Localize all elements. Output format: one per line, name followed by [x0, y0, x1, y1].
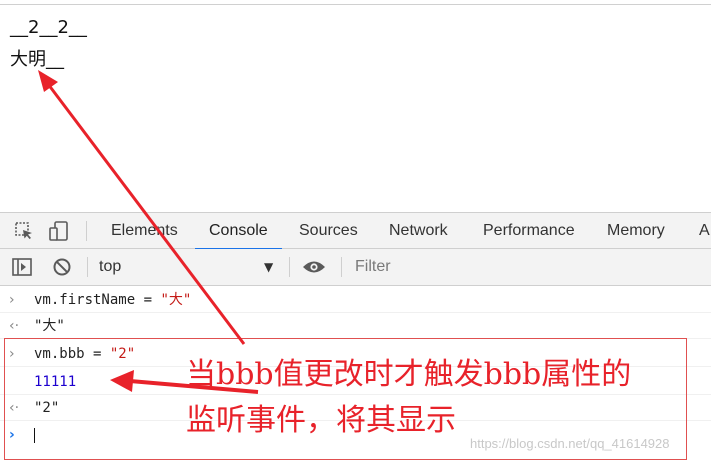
console-toolbar: top ▼ Filter: [0, 249, 711, 286]
tab-network[interactable]: Network: [389, 213, 448, 249]
page-content: __2__2__ 大明__: [0, 5, 711, 212]
tab-application-truncated[interactable]: A: [699, 213, 710, 249]
live-expression-icon[interactable]: [301, 249, 327, 285]
inspect-element-icon[interactable]: [12, 213, 36, 249]
result-chevron-icon: ‹·: [9, 318, 20, 334]
result-value: "大": [34, 318, 65, 334]
console-result-row: ‹· "大": [0, 313, 711, 339]
tab-sources[interactable]: Sources: [299, 213, 358, 249]
console-line[interactable]: "大": [34, 313, 65, 339]
toolbar-divider: [341, 257, 342, 277]
tab-elements[interactable]: Elements: [111, 213, 178, 249]
code: vm.firstName: [34, 292, 136, 308]
show-sidebar-icon[interactable]: [10, 249, 34, 285]
toolbar-divider: [86, 221, 87, 241]
page-text-line-2: 大明__: [10, 49, 64, 70]
annotation-line-1: 当bbb值更改时才触发bbb属性的: [186, 357, 632, 392]
tab-memory[interactable]: Memory: [607, 213, 665, 249]
dropdown-arrow-icon[interactable]: ▼: [264, 249, 273, 285]
input-chevron-icon: ›: [9, 292, 15, 308]
context-selector[interactable]: top: [99, 249, 121, 285]
toolbar-divider: [289, 257, 290, 277]
devtools-tabbar: Elements Console Sources Network Perform…: [0, 212, 711, 250]
page-text-line-1: __2__2__: [10, 17, 87, 38]
watermark: https://blog.csdn.net/qq_41614928: [470, 436, 670, 451]
tab-performance[interactable]: Performance: [483, 213, 575, 249]
operator: =: [135, 292, 161, 308]
clear-console-icon[interactable]: [50, 249, 74, 285]
annotation-text: 当bbb值更改时才触发bbb属性的 监听事件，将其显示: [186, 352, 706, 444]
string-value: "大": [160, 292, 192, 308]
console-line[interactable]: vm.firstName = "大": [34, 287, 191, 313]
toolbar-divider: [87, 257, 88, 277]
device-toolbar-icon[interactable]: [47, 213, 71, 249]
console-input-row: › vm.firstName = "大": [0, 287, 711, 313]
tab-console[interactable]: Console: [195, 213, 282, 250]
filter-input[interactable]: Filter: [355, 249, 391, 285]
